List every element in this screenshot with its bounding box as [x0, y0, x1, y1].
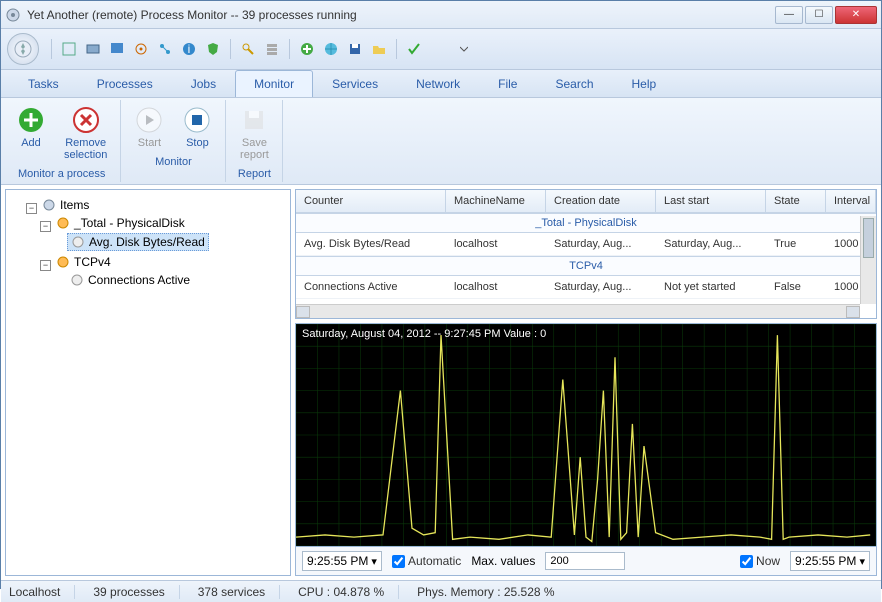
time-from-picker[interactable]: 9:25:55 PM ▾: [302, 551, 382, 571]
menu-tab-monitor[interactable]: Monitor: [235, 70, 313, 97]
column-header[interactable]: Last start: [656, 190, 766, 212]
status-processes: 39 processes: [93, 585, 179, 599]
grid-vscroll[interactable]: [860, 216, 876, 304]
check-icon[interactable]: [405, 40, 423, 58]
menu-tab-processes[interactable]: Processes: [78, 70, 172, 97]
tree-root-node[interactable]: Items: [39, 197, 92, 213]
app-menu-button[interactable]: [7, 33, 39, 65]
minimize-button[interactable]: —: [775, 6, 803, 24]
menu-tab-search[interactable]: Search: [536, 70, 612, 97]
status-bar: Localhost 39 processes 378 services CPU …: [1, 580, 881, 602]
add-icon[interactable]: [298, 40, 316, 58]
screen-icon[interactable]: [108, 40, 126, 58]
table-row[interactable]: Connections ActivelocalhostSaturday, Aug…: [296, 276, 876, 299]
dropdown-icon[interactable]: [455, 40, 473, 58]
remove-button[interactable]: Removeselection: [57, 102, 114, 164]
chart-area: Saturday, August 04, 2012 -- 9:27:45 PM …: [295, 323, 877, 547]
target-icon[interactable]: [132, 40, 150, 58]
expand-toggle[interactable]: −: [40, 221, 51, 232]
globe-icon[interactable]: [322, 40, 340, 58]
category-icon: [56, 216, 70, 230]
automatic-checkbox[interactable]: Automatic: [392, 554, 461, 568]
app-icon: [5, 7, 21, 23]
key-icon[interactable]: [239, 40, 257, 58]
folder-icon[interactable]: [370, 40, 388, 58]
info-icon[interactable]: i: [180, 40, 198, 58]
status-services: 378 services: [198, 585, 280, 599]
chart-controls: 9:25:55 PM ▾ Automatic Max. values Now 9…: [295, 547, 877, 576]
status-host: Localhost: [9, 585, 75, 599]
stack-icon[interactable]: [263, 40, 281, 58]
column-header[interactable]: Counter: [296, 190, 446, 212]
menu-tab-services[interactable]: Services: [313, 70, 397, 97]
ribbon: AddRemoveselectionMonitor a processStart…: [1, 98, 881, 185]
counter-icon: [70, 273, 84, 287]
status-memory: Phys. Memory : 25.528 %: [417, 585, 554, 599]
tree-node[interactable]: TCPv4: [53, 254, 114, 270]
now-checkbox[interactable]: Now: [740, 554, 780, 568]
menu-tab-jobs[interactable]: Jobs: [172, 70, 235, 97]
menu-tab-network[interactable]: Network: [397, 70, 479, 97]
counter-icon: [71, 235, 85, 249]
menu-tab-tasks[interactable]: Tasks: [9, 70, 78, 97]
gear-icon: [42, 198, 56, 212]
quick-toolbar: i: [1, 29, 881, 70]
category-icon: [56, 255, 70, 269]
menu-tab-file[interactable]: File: [479, 70, 536, 97]
monitor-icon[interactable]: [84, 40, 102, 58]
group-header: TCPv4: [296, 256, 876, 276]
tree-view[interactable]: − Items− _Total - PhysicalDisk Avg. Disk…: [5, 189, 291, 576]
status-cpu: CPU : 04.878 %: [298, 585, 399, 599]
stop-button[interactable]: Stop: [175, 102, 219, 152]
max-values-label: Max. values: [471, 554, 535, 568]
table-row[interactable]: Avg. Disk Bytes/ReadlocalhostSaturday, A…: [296, 233, 876, 256]
time-to-picker[interactable]: 9:25:55 PM ▾: [790, 551, 870, 571]
window-title: Yet Another (remote) Process Monitor -- …: [27, 8, 775, 22]
max-values-input[interactable]: [545, 552, 625, 570]
title-bar: Yet Another (remote) Process Monitor -- …: [1, 1, 881, 29]
menu-bar: TasksProcessesJobsMonitorServicesNetwork…: [1, 70, 881, 98]
add-button[interactable]: Add: [9, 102, 53, 164]
start-button: Start: [127, 102, 171, 152]
save-icon[interactable]: [346, 40, 364, 58]
group-header: _Total - PhysicalDisk: [296, 213, 876, 233]
expand-toggle[interactable]: −: [40, 260, 51, 271]
tree-leaf[interactable]: Avg. Disk Bytes/Read: [67, 233, 209, 251]
svg-text:i: i: [188, 42, 191, 56]
tree-node[interactable]: _Total - PhysicalDisk: [53, 215, 188, 231]
menu-tab-help[interactable]: Help: [613, 70, 676, 97]
chart-info-label: Saturday, August 04, 2012 -- 9:27:45 PM …: [302, 328, 546, 340]
close-button[interactable]: ✕: [835, 6, 877, 24]
expand-toggle[interactable]: −: [26, 203, 37, 214]
tree-leaf[interactable]: Connections Active: [67, 272, 193, 288]
nodes-icon[interactable]: [156, 40, 174, 58]
counter-grid[interactable]: CounterMachineNameCreation dateLast star…: [295, 189, 877, 319]
refresh-icon[interactable]: [60, 40, 78, 58]
column-header[interactable]: Interval: [826, 190, 876, 212]
column-header[interactable]: Creation date: [546, 190, 656, 212]
column-header[interactable]: MachineName: [446, 190, 546, 212]
column-header[interactable]: State: [766, 190, 826, 212]
maximize-button[interactable]: ☐: [805, 6, 833, 24]
grid-hscroll[interactable]: [296, 304, 860, 318]
save-button: Savereport: [232, 102, 276, 164]
shield-icon[interactable]: [204, 40, 222, 58]
